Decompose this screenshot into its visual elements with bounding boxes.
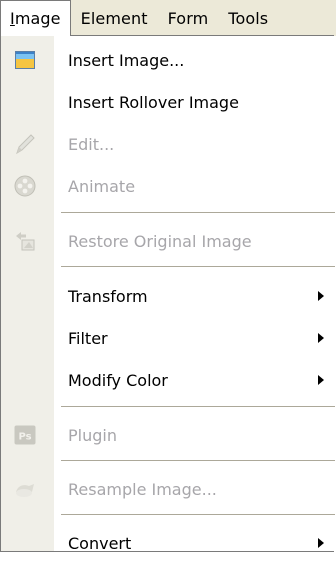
menu-image-label: mage — [14, 9, 61, 28]
plugin-icon-text: Ps — [18, 432, 31, 443]
restore-image-icon — [13, 229, 37, 253]
menu-separator — [61, 514, 335, 515]
menu-item-animate[interactable]: Animate — [1, 165, 335, 207]
menu-image[interactable]: Image — [0, 0, 71, 36]
menu-item-label: Restore Original Image — [68, 231, 252, 251]
menu-item-convert[interactable]: Convert — [1, 522, 335, 564]
menu-item-label: Animate — [68, 176, 136, 196]
menu-tools[interactable]: Tools — [218, 0, 278, 36]
menu-separator — [61, 406, 335, 407]
pencil-icon — [13, 132, 37, 156]
film-reel-icon — [13, 174, 37, 198]
insert-image-icon — [13, 48, 37, 72]
menu-item-filter[interactable]: Filter — [1, 317, 335, 359]
menu-item-plugin[interactable]: Ps Plugin — [1, 414, 335, 456]
menu-item-label: Convert — [68, 533, 132, 553]
menu-item-label: Transform — [68, 286, 148, 306]
menu-form[interactable]: Form — [158, 0, 219, 36]
menu-item-label: Insert Rollover Image — [68, 92, 239, 112]
menu-item-label: Insert Image... — [68, 50, 185, 70]
resample-icon — [13, 477, 37, 501]
menu-separator — [61, 212, 335, 213]
menu-item-label: Modify Color — [68, 370, 168, 390]
photoshop-plugin-icon: Ps — [13, 423, 37, 447]
menu-separator — [61, 266, 335, 267]
menu-item-label: Filter — [68, 328, 108, 348]
menu-item-edit[interactable]: Edit... — [1, 123, 335, 165]
image-dropdown-menu: Insert Image... Insert Rollover Image Ed… — [0, 35, 335, 553]
submenu-arrow-icon — [318, 333, 324, 343]
menu-item-label: Plugin — [68, 425, 117, 445]
submenu-arrow-icon — [318, 291, 324, 301]
menu-item-insert-image[interactable]: Insert Image... — [1, 39, 335, 81]
menu-item-label: Resample Image... — [68, 479, 217, 499]
submenu-arrow-icon — [318, 375, 324, 385]
menu-bar: Image Element Form Tools — [0, 0, 336, 36]
menu-item-insert-rollover-image[interactable]: Insert Rollover Image — [1, 81, 335, 123]
menu-item-restore-original-image[interactable]: Restore Original Image — [1, 220, 335, 262]
menu-item-modify-color[interactable]: Modify Color — [1, 359, 335, 401]
menu-separator — [61, 460, 335, 461]
submenu-arrow-icon — [318, 538, 324, 548]
menu-element[interactable]: Element — [71, 0, 158, 36]
menu-item-transform[interactable]: Transform — [1, 275, 335, 317]
menu-item-resample-image[interactable]: Resample Image... — [1, 468, 335, 510]
menu-item-label: Edit... — [68, 134, 115, 154]
